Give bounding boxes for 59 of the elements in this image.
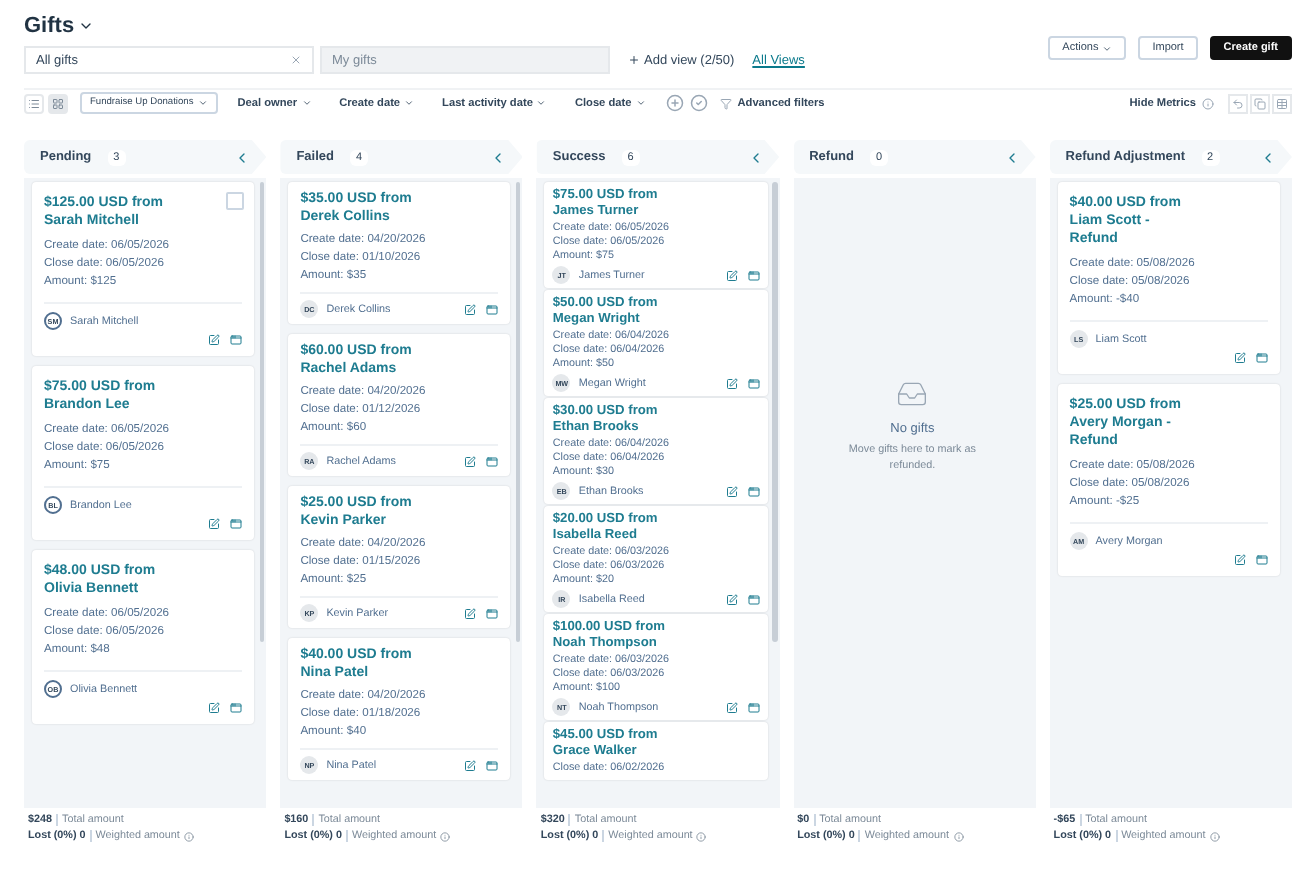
window-icon[interactable] [1255,554,1268,566]
edit-icon[interactable] [725,701,738,713]
window-icon[interactable] [230,518,243,530]
info-icon [953,831,964,841]
table-icon[interactable] [1276,97,1288,109]
info-icon [183,831,194,841]
window-icon[interactable] [1255,352,1268,364]
plus-icon [628,54,640,66]
window-icon[interactable] [486,455,499,467]
scrollbar[interactable] [772,182,778,642]
window-icon[interactable] [486,303,499,315]
edit-icon[interactable] [208,518,221,530]
add-icon[interactable] [665,94,684,112]
window-icon[interactable] [486,759,499,771]
board-view-button[interactable] [48,93,68,113]
page-title-menu[interactable]: Gifts [24,14,805,38]
list-view-button[interactable] [24,93,44,113]
edit-icon[interactable] [464,759,477,771]
edit-icon[interactable] [464,455,477,467]
list-icon [28,97,40,109]
edit-icon[interactable] [725,485,738,497]
info-icon [440,831,451,841]
info-icon [1209,831,1220,841]
caret-icon [536,98,547,108]
checkbox[interactable] [226,192,245,210]
edit-icon[interactable] [1233,352,1246,364]
copy-icon[interactable] [1254,97,1266,109]
check-circle-icon[interactable] [689,94,708,112]
caret-icon [1102,43,1113,53]
window-icon[interactable] [747,269,760,281]
close-icon[interactable] [290,54,302,66]
grid-icon [52,97,64,109]
edit-icon[interactable] [725,377,738,389]
window-icon[interactable] [747,701,760,713]
info-icon [1202,97,1214,109]
caret-icon [301,98,312,108]
caret-icon [78,18,95,34]
edit-icon[interactable] [208,334,221,346]
window-icon[interactable] [230,702,243,714]
caret-icon [404,98,415,108]
inbox-icon [896,378,929,410]
caret-icon [197,98,208,108]
scrollbar[interactable] [515,182,521,642]
edit-icon[interactable] [464,303,477,315]
edit-icon[interactable] [1233,554,1246,566]
undo-icon[interactable] [1232,97,1244,109]
caret-icon [635,98,646,108]
edit-icon[interactable] [725,593,738,605]
edit-icon[interactable] [464,607,477,619]
window-icon[interactable] [747,485,760,497]
window-icon[interactable] [747,593,760,605]
info-icon [696,831,707,841]
filter-icon [719,97,732,109]
scrollbar[interactable] [259,182,265,642]
window-icon[interactable] [230,334,243,346]
edit-icon[interactable] [725,269,738,281]
window-icon[interactable] [747,377,760,389]
window-icon[interactable] [486,607,499,619]
edit-icon[interactable] [208,702,221,714]
